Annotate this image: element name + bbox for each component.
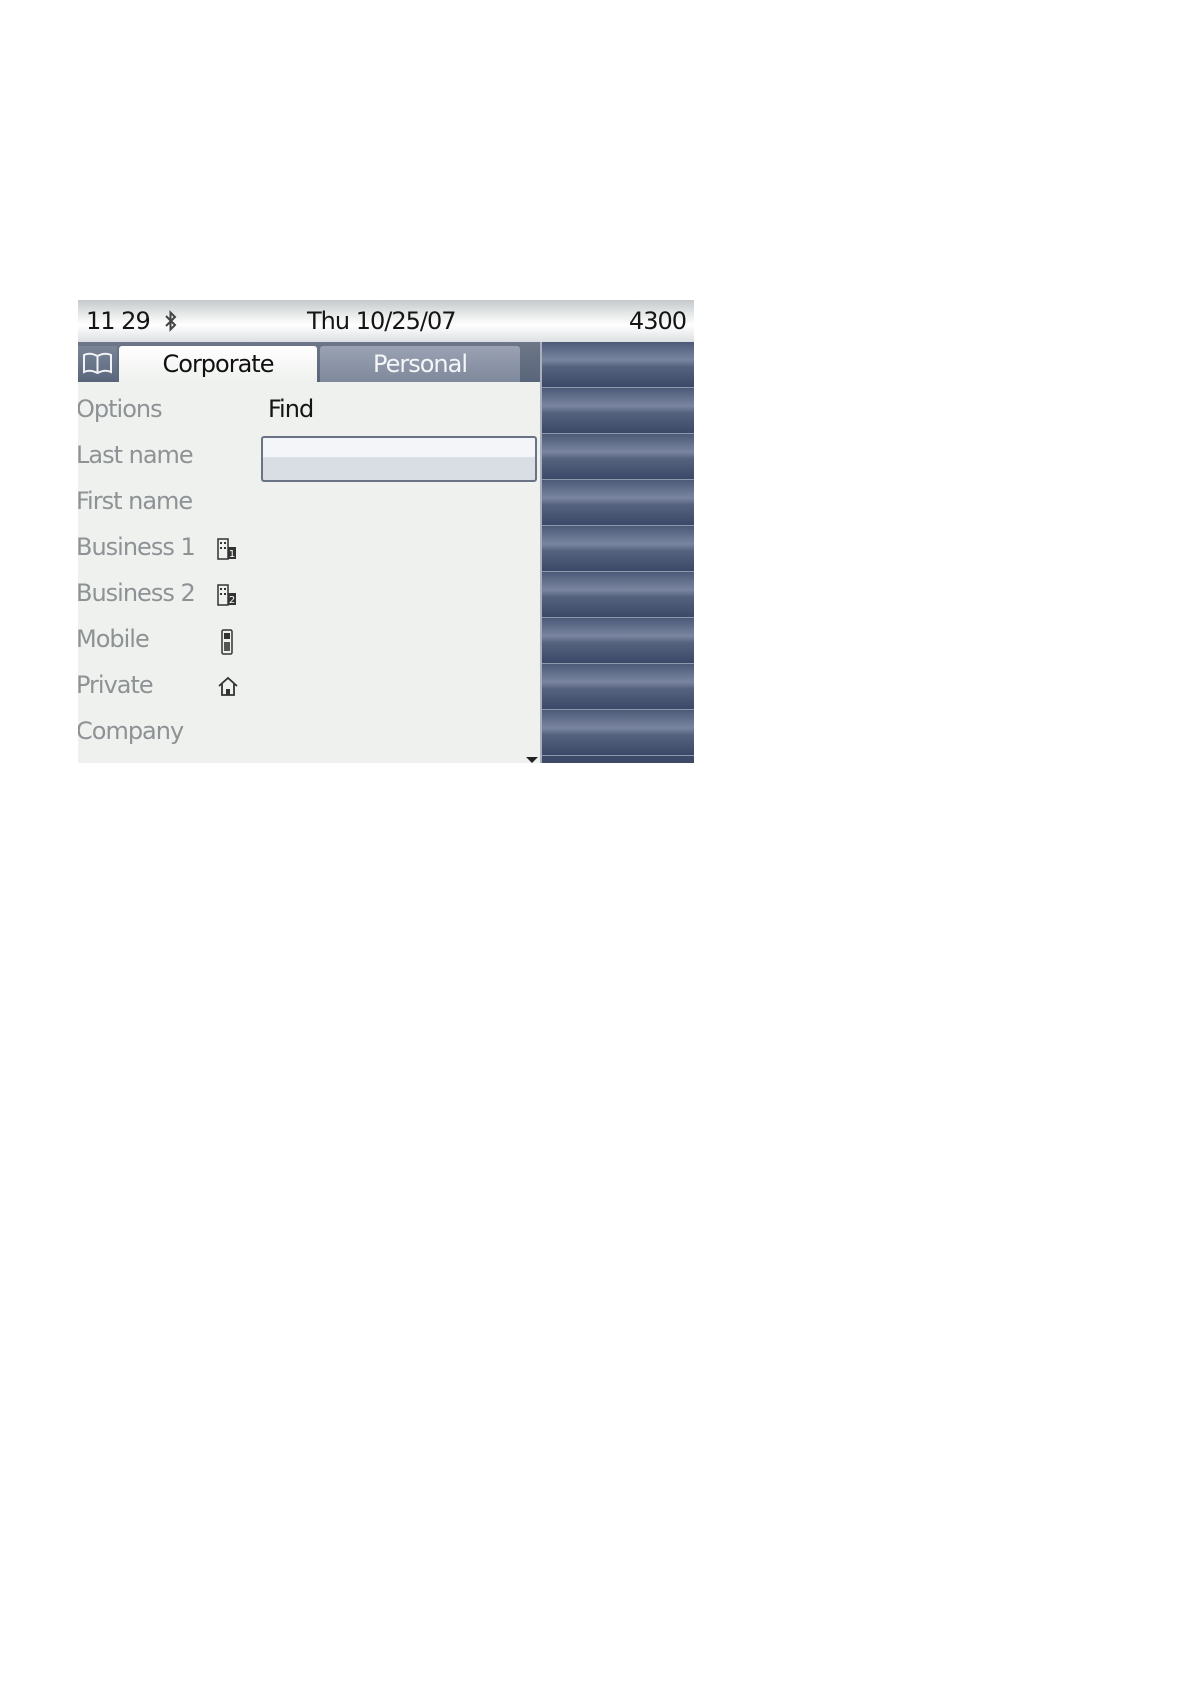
field-label-business-1: Business 1: [78, 533, 196, 561]
softkey-3[interactable]: [542, 434, 694, 480]
phonebook-button[interactable]: [78, 346, 117, 379]
field-label-last-name: Last name: [78, 441, 194, 469]
softkey-panel: [540, 342, 694, 763]
field-label-options[interactable]: Options: [78, 394, 163, 424]
tab-personal[interactable]: Personal: [320, 346, 520, 382]
mobile-phone-icon: [221, 629, 233, 655]
softkey-9[interactable]: [542, 710, 694, 756]
field-label-business-2: Business 2: [78, 579, 196, 607]
svg-text:2: 2: [229, 595, 235, 606]
scroll-down-icon[interactable]: [526, 757, 538, 763]
clock: 11 29: [86, 307, 151, 335]
field-label-company: Company: [78, 717, 184, 745]
bluetooth-icon: [165, 310, 177, 332]
softkey-7[interactable]: [542, 618, 694, 664]
date: Thu 10/25/07: [307, 307, 456, 335]
softkey-5[interactable]: [542, 526, 694, 572]
svg-text:1: 1: [229, 549, 235, 560]
field-label-first-name: First name: [78, 487, 193, 515]
last-name-input[interactable]: [261, 436, 537, 482]
softkey-1[interactable]: [542, 342, 694, 388]
extension-number: 4300: [628, 307, 687, 335]
phone-display: 11 29 Thu 10/25/07 4300 Corporate Person…: [78, 300, 694, 763]
field-label-private: Private: [78, 671, 154, 699]
book-icon: [83, 352, 112, 375]
status-bar: 11 29 Thu 10/25/07 4300: [78, 300, 694, 342]
business-2-icon: 2: [217, 584, 236, 606]
business-1-icon: 1: [217, 538, 236, 560]
find-option[interactable]: Find: [268, 394, 314, 424]
home-icon: [218, 676, 238, 696]
tab-bar: Corporate Personal: [78, 342, 540, 382]
search-form: Options Find Last name First name Busine…: [78, 382, 540, 763]
softkey-6[interactable]: [542, 572, 694, 618]
tab-corporate[interactable]: Corporate: [119, 346, 317, 382]
softkey-8[interactable]: [542, 664, 694, 710]
softkey-4[interactable]: [542, 480, 694, 526]
softkey-2[interactable]: [542, 388, 694, 434]
field-label-mobile: Mobile: [78, 625, 150, 653]
